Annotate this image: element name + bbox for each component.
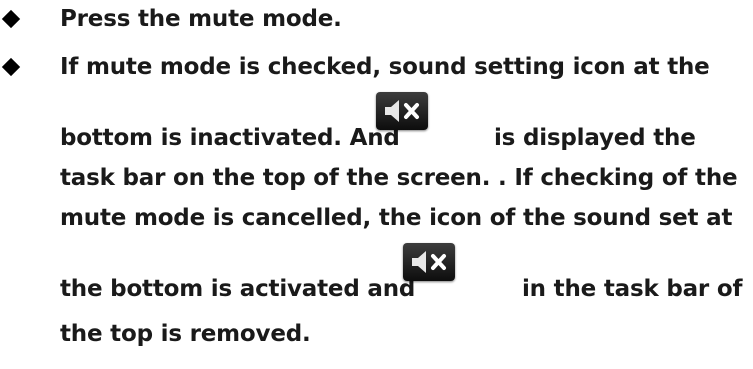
text-line: the top is removed. — [60, 321, 311, 347]
text-line: bottom is inactivated. And — [60, 125, 400, 151]
speaker-mute-icon — [403, 243, 455, 281]
text-line: Press the mute mode. — [60, 6, 342, 32]
text-line: task bar on the top of the screen. . If … — [60, 165, 738, 191]
text-line: is displayed the — [494, 125, 696, 151]
diamond-bullet-icon — [1, 57, 21, 77]
text-line: mute mode is cancelled, the icon of the … — [60, 205, 733, 231]
diamond-bullet-icon — [1, 9, 21, 29]
text-line: in the task bar of — [522, 276, 743, 302]
text-line: the bottom is activated and — [60, 276, 416, 302]
text-line: If mute mode is checked, sound setting i… — [60, 54, 710, 80]
speaker-mute-icon — [376, 92, 428, 130]
